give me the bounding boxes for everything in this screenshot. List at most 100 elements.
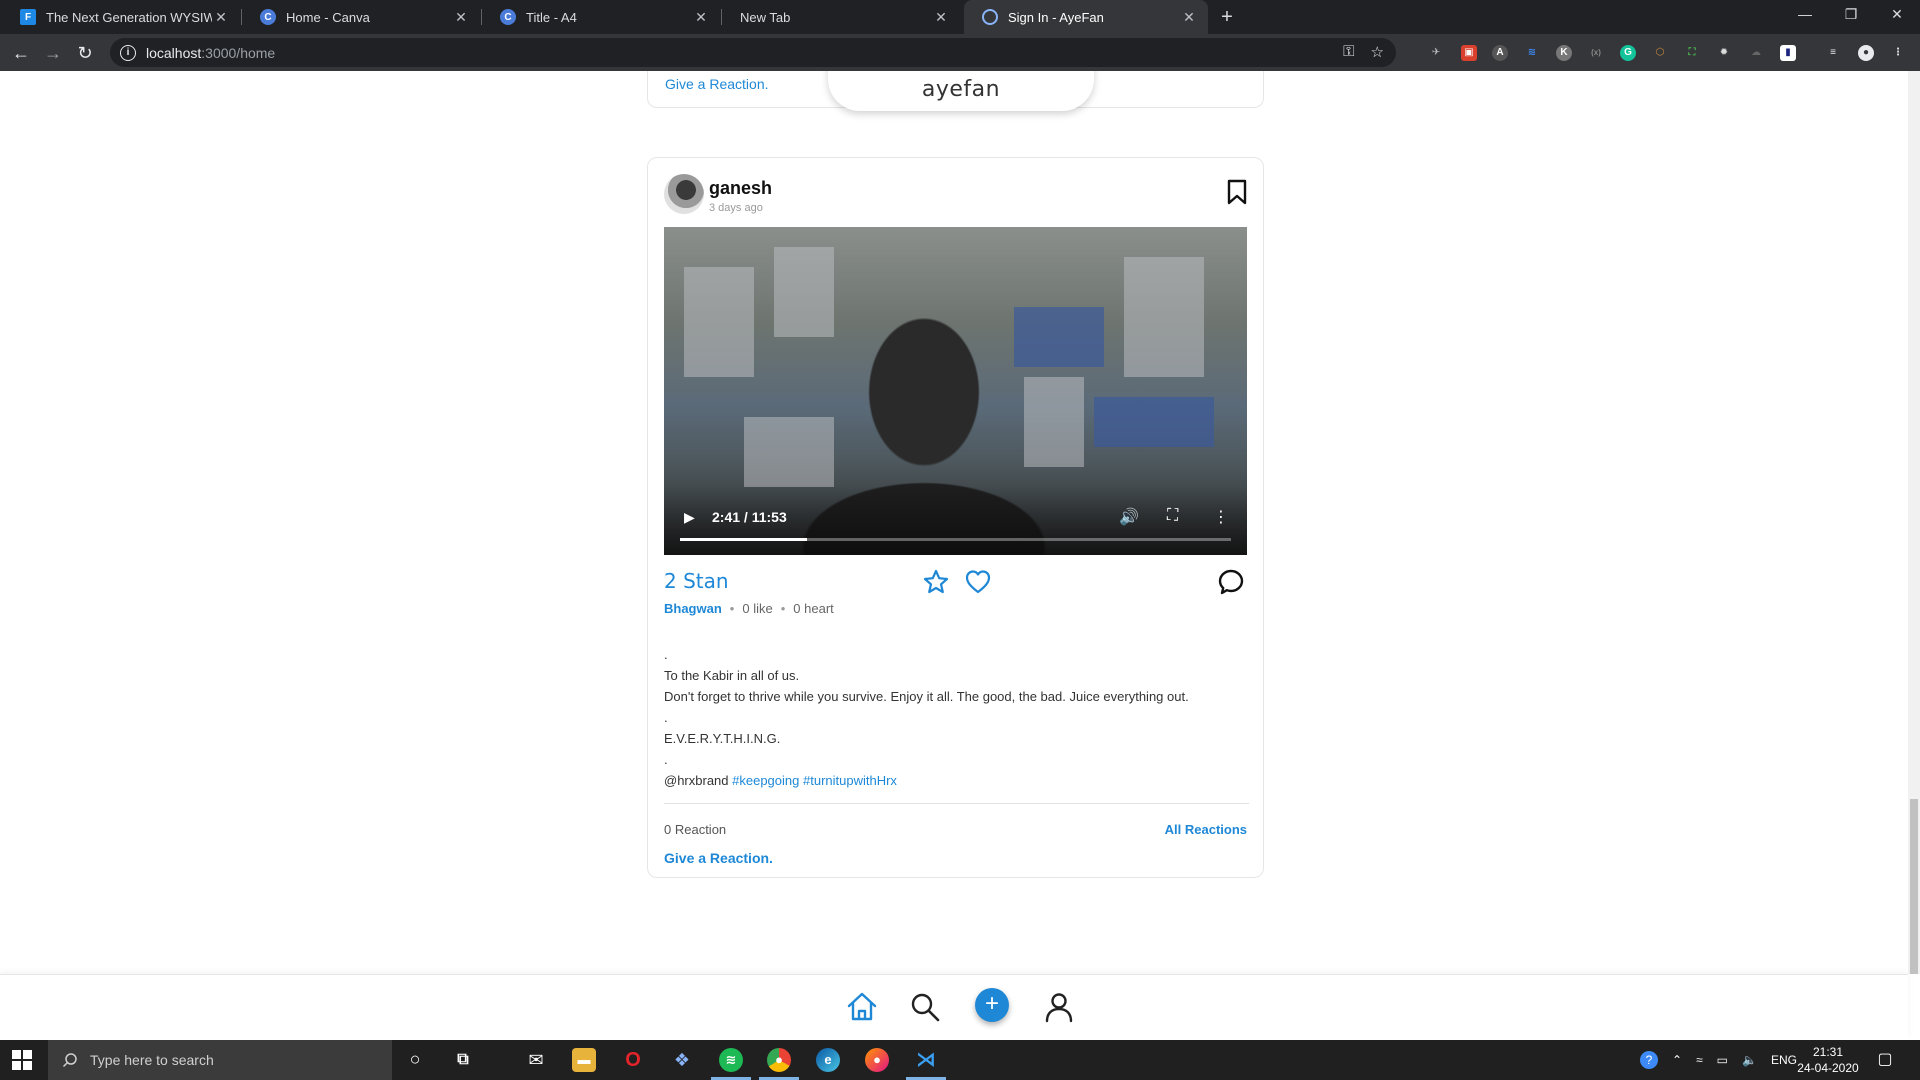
close-icon[interactable]: ✕ bbox=[212, 9, 230, 26]
like-count: 0 like bbox=[742, 601, 773, 616]
dropbox-icon[interactable]: ❖ bbox=[670, 1048, 694, 1072]
star-icon[interactable] bbox=[922, 568, 950, 596]
post-username[interactable]: ganesh bbox=[709, 178, 772, 199]
bottom-navigation: + bbox=[0, 974, 1908, 1040]
volume-icon[interactable]: 🔊 bbox=[1119, 507, 1139, 527]
wifi-icon[interactable]: ≈ bbox=[1696, 1053, 1703, 1067]
minimize-icon[interactable]: — bbox=[1782, 0, 1828, 30]
taskbar-search-box[interactable]: Type here to search bbox=[48, 1040, 392, 1080]
avatar[interactable] bbox=[664, 174, 704, 214]
task-view-icon[interactable]: ⧉ bbox=[451, 1048, 475, 1072]
video-progress-bar[interactable] bbox=[680, 538, 1231, 541]
extension-icon[interactable]: K bbox=[1556, 45, 1572, 61]
play-icon[interactable]: ▶ bbox=[684, 509, 695, 526]
hashtag[interactable]: #keepgoing bbox=[732, 773, 799, 788]
comment-icon[interactable] bbox=[1217, 568, 1245, 596]
heart-count: 0 heart bbox=[793, 601, 834, 616]
profile-icon[interactable]: ● bbox=[1858, 45, 1874, 61]
extension-icon[interactable]: ✹ bbox=[1716, 45, 1732, 61]
restore-icon[interactable]: ❐ bbox=[1828, 0, 1874, 30]
post-tag[interactable]: Bhagwan bbox=[664, 601, 722, 616]
opera-icon[interactable]: O bbox=[621, 1048, 645, 1072]
scrollbar-thumb[interactable] bbox=[1910, 799, 1918, 974]
info-icon[interactable]: i bbox=[120, 44, 136, 61]
media-controls-icon[interactable]: ≡ bbox=[1825, 45, 1841, 61]
spotify-icon[interactable]: ≋ bbox=[719, 1048, 743, 1072]
battery-icon[interactable]: ▭ bbox=[1717, 1053, 1728, 1067]
extension-icon[interactable]: ▮ bbox=[1780, 45, 1796, 61]
reload-icon[interactable]: ↻ bbox=[72, 40, 98, 66]
bookmark-star-icon[interactable]: ☆ bbox=[1371, 43, 1384, 61]
more-options-icon[interactable]: ⋮ bbox=[1213, 507, 1229, 527]
add-post-button[interactable]: + bbox=[975, 988, 1009, 1022]
mention[interactable]: @hrxbrand bbox=[664, 773, 729, 788]
firefox-icon[interactable]: ● bbox=[865, 1048, 889, 1072]
chevron-up-icon[interactable]: ⌃ bbox=[1672, 1053, 1682, 1067]
home-icon[interactable] bbox=[845, 990, 879, 1024]
extension-icon[interactable]: ≋ bbox=[1524, 45, 1540, 61]
angular-extension-icon[interactable]: A bbox=[1492, 45, 1508, 61]
extension-icon[interactable]: ☁ bbox=[1748, 45, 1764, 61]
bookmark-icon[interactable] bbox=[1225, 179, 1249, 205]
notifications-icon[interactable]: ▢ bbox=[1873, 1048, 1897, 1072]
taskbar-clock[interactable]: 21:31 24-04-2020 bbox=[1788, 1044, 1868, 1076]
help-icon[interactable]: ? bbox=[1640, 1051, 1658, 1069]
caption-line: . bbox=[664, 752, 668, 767]
caption-line: . bbox=[664, 710, 668, 725]
forward-arrow-icon[interactable]: → bbox=[40, 40, 66, 66]
post-card: ganesh 3 days ago ▶ 2:41 / 11:53 🔊 ⛶ ⋮ 2… bbox=[647, 157, 1264, 878]
stan-count[interactable]: 2 Stan bbox=[664, 569, 729, 593]
extension-icon[interactable]: ⬡ bbox=[1652, 45, 1668, 61]
post-caption: . To the Kabir in all of us. Don't forge… bbox=[664, 644, 1249, 791]
browser-tab-strip: F The Next Generation WYSIWYG I ✕ C Home… bbox=[0, 0, 1920, 34]
give-reaction-link[interactable]: Give a Reaction. bbox=[664, 850, 773, 866]
give-reaction-link[interactable]: Give a Reaction. bbox=[665, 76, 769, 92]
address-bar[interactable]: i localhost:3000/home ⚿ ☆ bbox=[110, 38, 1396, 67]
close-icon[interactable]: ✕ bbox=[692, 9, 710, 26]
caption-line: @hrxbrand #keepgoing #turnitupwithHrx bbox=[664, 770, 1249, 791]
tab-title: The Next Generation WYSIWYG I bbox=[46, 9, 212, 25]
extension-icon[interactable]: ▣ bbox=[1461, 45, 1477, 61]
windows-taskbar: Type here to search ○ ⧉ ✉ ▬ O ❖ ≋ ● e ● … bbox=[0, 1040, 1920, 1080]
close-icon[interactable]: ✕ bbox=[932, 9, 950, 26]
video-player[interactable]: ▶ 2:41 / 11:53 🔊 ⛶ ⋮ bbox=[664, 227, 1247, 555]
window-close-icon[interactable]: ✕ bbox=[1874, 0, 1920, 30]
close-icon[interactable]: ✕ bbox=[452, 9, 470, 26]
grammarly-icon[interactable]: G bbox=[1620, 45, 1636, 61]
page-scrollbar[interactable] bbox=[1908, 71, 1920, 974]
vscode-icon[interactable]: ⋊ bbox=[914, 1048, 938, 1072]
caption-line: Don't forget to thrive while you survive… bbox=[664, 689, 1189, 704]
extension-icon[interactable]: ⛶ bbox=[1684, 45, 1700, 61]
extension-icon[interactable]: (x) bbox=[1588, 45, 1604, 61]
volume-icon[interactable]: 🔈 bbox=[1742, 1053, 1757, 1067]
taskbar-search-placeholder: Type here to search bbox=[90, 1052, 214, 1068]
menu-dots-icon[interactable]: ⋮ bbox=[1890, 45, 1906, 61]
fullscreen-icon[interactable]: ⛶ bbox=[1167, 507, 1178, 525]
back-arrow-icon[interactable]: ← bbox=[8, 40, 34, 66]
tab-title: Sign In - AyeFan bbox=[1008, 9, 1104, 25]
profile-icon[interactable] bbox=[1042, 990, 1076, 1024]
file-explorer-icon[interactable]: ▬ bbox=[572, 1048, 596, 1072]
mail-icon[interactable]: ✉ bbox=[524, 1048, 548, 1072]
search-icon[interactable] bbox=[908, 990, 942, 1024]
heart-icon[interactable] bbox=[964, 568, 992, 596]
all-reactions-link[interactable]: All Reactions bbox=[1165, 822, 1247, 837]
ayefan-icon bbox=[982, 9, 998, 25]
cortana-icon[interactable]: ○ bbox=[403, 1048, 427, 1072]
browser-tab[interactable]: C Title - A4 ✕ bbox=[482, 0, 720, 34]
windows-start-icon[interactable] bbox=[12, 1050, 32, 1070]
key-icon[interactable]: ⚿ bbox=[1343, 43, 1354, 61]
page-content: Give a Reaction. ayefan ganesh 3 days ag… bbox=[0, 71, 1920, 1040]
browser-tab[interactable]: C Home - Canva ✕ bbox=[242, 0, 480, 34]
hashtag[interactable]: #turnitupwithHrx bbox=[803, 773, 897, 788]
extension-icon[interactable]: ✈ bbox=[1428, 45, 1444, 61]
search-icon bbox=[62, 1053, 77, 1068]
chrome-icon[interactable]: ● bbox=[767, 1048, 791, 1072]
close-icon[interactable]: ✕ bbox=[1180, 9, 1198, 26]
new-tab-button[interactable]: + bbox=[1214, 4, 1240, 30]
browser-tab[interactable]: New Tab ✕ bbox=[722, 0, 960, 34]
edge-icon[interactable]: e bbox=[816, 1048, 840, 1072]
browser-tab-active[interactable]: Sign In - AyeFan ✕ bbox=[964, 0, 1208, 34]
post-time: 3 days ago bbox=[709, 202, 763, 214]
browser-tab[interactable]: F The Next Generation WYSIWYG I ✕ bbox=[2, 0, 240, 34]
